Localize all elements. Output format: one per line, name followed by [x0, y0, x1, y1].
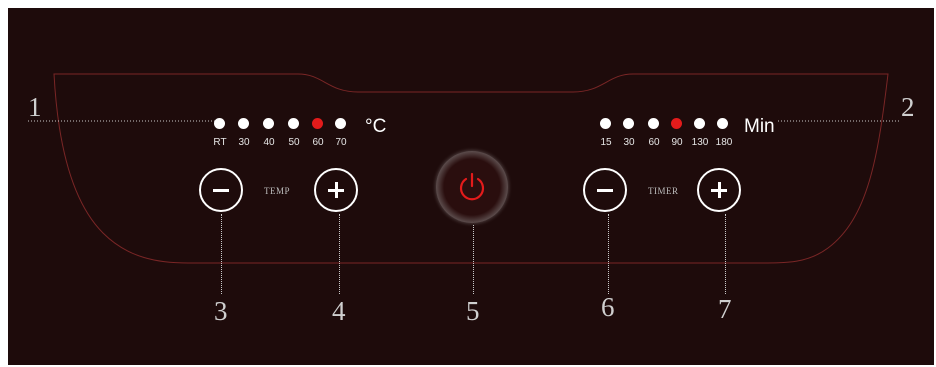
control-panel: 1 2 RT 30 40 50 60 70 °C 15 30 60 90 130… [8, 8, 934, 365]
plus-icon-vertical [717, 182, 721, 198]
leader-line-7 [725, 214, 726, 294]
power-button[interactable] [436, 151, 508, 223]
plus-icon-vertical [334, 182, 338, 198]
timer-dot-15 [600, 118, 611, 129]
leader-line-6 [608, 214, 609, 294]
timer-increase-button[interactable] [697, 168, 741, 212]
temp-dot-50 [288, 118, 299, 129]
timer-dot-130 [694, 118, 705, 129]
callout-4: 4 [332, 296, 346, 326]
callout-6: 6 [601, 292, 615, 322]
callout-3: 3 [214, 296, 228, 326]
temp-dot-70 [335, 118, 346, 129]
timer-label: TIMER [648, 186, 679, 196]
timer-level-label: 180 [715, 137, 733, 148]
minus-icon [597, 189, 613, 192]
callout-2: 2 [901, 92, 915, 122]
callout-1: 1 [28, 92, 42, 122]
leader-line-4 [339, 214, 340, 294]
callout-5: 5 [466, 296, 480, 326]
callout-7: 7 [718, 294, 732, 324]
temp-dot-60 [312, 118, 323, 129]
temp-unit: °C [365, 116, 387, 137]
temp-label: TEMP [264, 186, 291, 196]
power-icon [459, 172, 485, 201]
temp-dot-40 [263, 118, 274, 129]
leader-line-3 [221, 214, 222, 294]
timer-unit: Min [744, 116, 775, 137]
temp-increase-button[interactable] [314, 168, 358, 212]
leader-line-5 [473, 225, 474, 294]
timer-decrease-button[interactable] [583, 168, 627, 212]
timer-dot-60 [648, 118, 659, 129]
timer-dot-180 [717, 118, 728, 129]
timer-dot-90 [671, 118, 682, 129]
temp-level-label: 70 [335, 137, 347, 148]
temp-dot-30 [238, 118, 249, 129]
temp-decrease-button[interactable] [199, 168, 243, 212]
temp-dot-rt [214, 118, 225, 129]
timer-dot-30 [623, 118, 634, 129]
minus-icon [213, 189, 229, 192]
